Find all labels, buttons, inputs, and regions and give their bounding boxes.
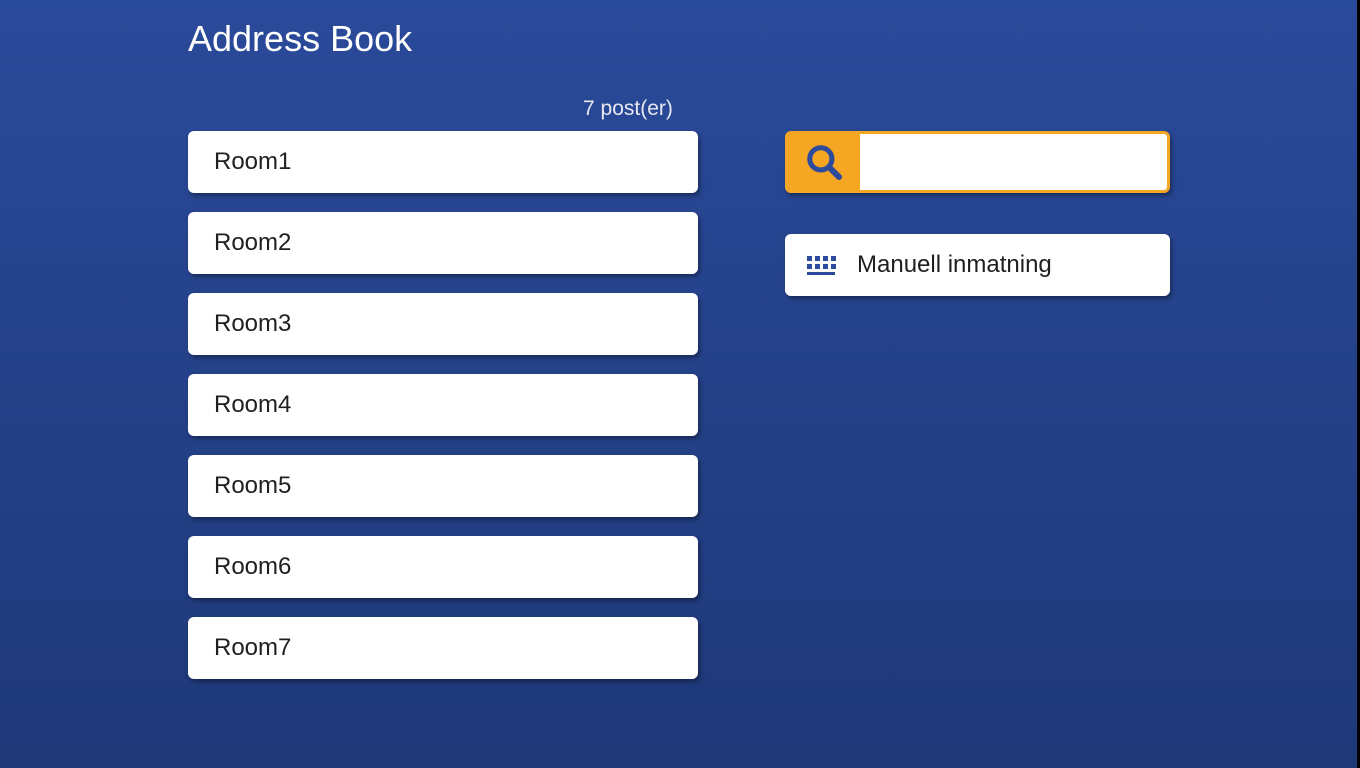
- address-book-list: Room1 Room2 Room3 Room4 Room5 Room6 Room…: [188, 131, 698, 698]
- manual-entry-button[interactable]: Manuell inmatning: [785, 234, 1170, 296]
- manual-entry-label: Manuell inmatning: [857, 251, 1052, 279]
- address-entry[interactable]: Room6: [188, 536, 698, 598]
- search-icon: [805, 143, 843, 181]
- address-entry[interactable]: Room3: [188, 293, 698, 355]
- keyboard-icon: [807, 256, 836, 275]
- address-entry-label: Room1: [214, 148, 291, 176]
- address-entry-label: Room7: [214, 634, 291, 662]
- entry-count-label: 7 post(er): [583, 97, 673, 121]
- address-entry-label: Room2: [214, 229, 291, 257]
- address-entry[interactable]: Room4: [188, 374, 698, 436]
- keyboard-icon-box: [785, 256, 857, 275]
- address-entry[interactable]: Room1: [188, 131, 698, 193]
- address-entry-label: Room4: [214, 391, 291, 419]
- right-panel: Manuell inmatning: [785, 131, 1170, 296]
- search-input[interactable]: [860, 134, 1167, 190]
- address-entry-label: Room5: [214, 472, 291, 500]
- address-entry[interactable]: Room5: [188, 455, 698, 517]
- address-entry[interactable]: Room2: [188, 212, 698, 274]
- address-entry[interactable]: Room7: [188, 617, 698, 679]
- address-entry-label: Room3: [214, 310, 291, 338]
- search-button[interactable]: [788, 134, 860, 190]
- page-title: Address Book: [188, 18, 412, 60]
- search-container: [785, 131, 1170, 193]
- address-entry-label: Room6: [214, 553, 291, 581]
